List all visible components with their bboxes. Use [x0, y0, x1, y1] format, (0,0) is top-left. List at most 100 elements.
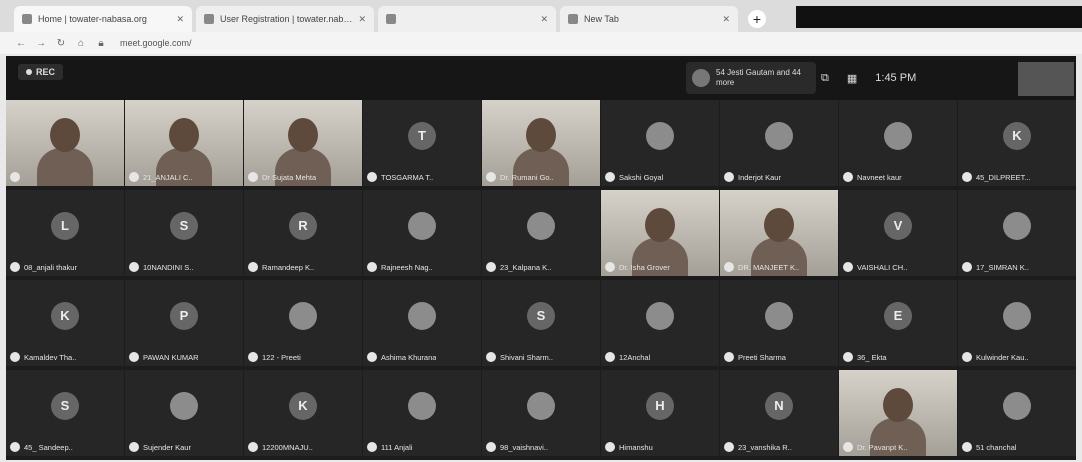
participant-label: 51 chanchal: [962, 442, 1072, 452]
forward-icon[interactable]: →: [34, 38, 48, 49]
participant-tile[interactable]: 111 Anjali: [363, 370, 481, 456]
meet-top-bar: REC 54 Jesti Gautam and 44 more ⧉ ▦ 1:45…: [6, 56, 1076, 100]
url-field[interactable]: meet.google.com/: [120, 38, 192, 48]
close-tab-icon[interactable]: ✕: [358, 14, 366, 25]
mic-muted-icon: [129, 172, 139, 182]
close-tab-icon[interactable]: ✕: [540, 14, 548, 25]
participant-tile[interactable]: S 10NANDINI S..: [125, 190, 243, 276]
participant-tile[interactable]: [6, 100, 124, 186]
participant-tile[interactable]: K 45_DILPREET...: [958, 100, 1076, 186]
avatar-photo: [646, 122, 674, 150]
avatar-photo: [765, 302, 793, 330]
new-tab-button[interactable]: +: [748, 10, 766, 28]
self-view-video[interactable]: [1018, 62, 1074, 96]
avatar-letter: P: [170, 302, 198, 330]
avatar-letter: K: [1003, 122, 1031, 150]
participant-name: Inderjot Kaur: [738, 172, 781, 182]
participant-label: Dr. Isha Grover: [605, 262, 715, 272]
mic-muted-icon: [605, 262, 615, 272]
grid-icon[interactable]: ▦: [847, 72, 857, 85]
participant-label: Navneet kaur: [843, 172, 953, 182]
participant-tile[interactable]: K Kamaldev Tha..: [6, 280, 124, 366]
participant-tile[interactable]: 122 - Preeti: [244, 280, 362, 366]
lock-icon: 🔒︎: [98, 37, 104, 49]
participant-tile[interactable]: Sujender Kaur: [125, 370, 243, 456]
mic-muted-icon: [962, 442, 972, 452]
participant-label: TOSGARMA T..: [367, 172, 477, 182]
participant-tile[interactable]: Sakshi Goyal: [601, 100, 719, 186]
avatar-photo: [1003, 302, 1031, 330]
participant-tile[interactable]: Preeti Sharma: [720, 280, 838, 366]
layout-icon[interactable]: ⧉: [821, 72, 829, 85]
participant-tile[interactable]: S 45_ Sandeep..: [6, 370, 124, 456]
participant-tile[interactable]: Kulwinder Kau..: [958, 280, 1076, 366]
participant-tile[interactable]: 17_SIMRAN K..: [958, 190, 1076, 276]
participant-tile[interactable]: Dr. Isha Grover: [601, 190, 719, 276]
participant-tile[interactable]: 21_ANJALI C..: [125, 100, 243, 186]
browser-tab[interactable]: ✕: [378, 6, 556, 32]
participant-tile[interactable]: 23_Kalpana K..: [482, 190, 600, 276]
favicon-icon: [386, 14, 396, 24]
tab-title: New Tab: [584, 14, 619, 24]
participant-label: Dr. Rumani Go..: [486, 172, 596, 182]
participant-name: TOSGARMA T..: [381, 172, 434, 182]
participant-head: [883, 388, 913, 422]
browser-window: Home | towater-nabasa.org ✕ User Registr…: [0, 0, 1082, 462]
participant-tile[interactable]: Dr. Pavanpt K..: [839, 370, 957, 456]
home-icon[interactable]: ⌂: [74, 38, 88, 49]
avatar-photo: [646, 302, 674, 330]
participant-tile[interactable]: Dr Sujata Mehta: [244, 100, 362, 186]
participant-label: 111 Anjali: [367, 442, 477, 452]
participant-tile[interactable]: L 08_anjali thakur: [6, 190, 124, 276]
participant-name: Rajneesh Nag..: [381, 262, 433, 272]
participant-tile[interactable]: N 23_vanshika R..: [720, 370, 838, 456]
participant-tile[interactable]: 51 chanchal: [958, 370, 1076, 456]
participant-name: 23_Kalpana K..: [500, 262, 552, 272]
participant-head: [526, 118, 556, 152]
participant-tile[interactable]: Ashima Khurana: [363, 280, 481, 366]
participant-tile[interactable]: Dr. Rumani Go..: [482, 100, 600, 186]
participant-tile[interactable]: Navneet kaur: [839, 100, 957, 186]
participant-label: Himanshu: [605, 442, 715, 452]
participant-grid: 21_ANJALI C.. Dr Sujata Mehta T TOSGARMA T.…: [6, 100, 1076, 460]
participant-tile[interactable]: Rajneesh Nag..: [363, 190, 481, 276]
participant-tile[interactable]: DR. MANJEET K..: [720, 190, 838, 276]
participant-tile[interactable]: 98_vaishnavi..: [482, 370, 600, 456]
close-tab-icon[interactable]: ✕: [722, 14, 730, 25]
participant-avatar-icon: [692, 69, 710, 87]
participant-tile[interactable]: H Himanshu: [601, 370, 719, 456]
mic-muted-icon: [10, 172, 20, 182]
participant-name: Shivani Sharm..: [500, 352, 553, 362]
participant-tile[interactable]: P PAWAN KUMAR: [125, 280, 243, 366]
close-tab-icon[interactable]: ✕: [176, 14, 184, 25]
back-icon[interactable]: ←: [14, 38, 28, 49]
browser-tab[interactable]: Home | towater-nabasa.org ✕: [14, 6, 192, 32]
browser-tab[interactable]: User Registration | towater.nabas ✕: [196, 6, 374, 32]
mic-muted-icon: [248, 442, 258, 452]
participant-label: 23_Kalpana K..: [486, 262, 596, 272]
browser-tab[interactable]: New Tab ✕: [560, 6, 738, 32]
participant-name: 17_SIMRAN K..: [976, 262, 1029, 272]
mic-muted-icon: [367, 172, 377, 182]
participant-name: 21_ANJALI C..: [143, 172, 193, 182]
participant-head: [288, 118, 318, 152]
participant-name: Ashima Khurana: [381, 352, 437, 362]
participant-tile[interactable]: S Shivani Sharm..: [482, 280, 600, 366]
pinned-text: 54 Jesti Gautam and 44 more: [716, 68, 801, 87]
participant-tile[interactable]: 12Anchal: [601, 280, 719, 366]
mic-muted-icon: [962, 262, 972, 272]
avatar-photo: [170, 392, 198, 420]
participant-tile[interactable]: V VAISHALI CH..: [839, 190, 957, 276]
reload-icon[interactable]: ↻: [54, 38, 68, 49]
participant-label: Rajneesh Nag..: [367, 262, 477, 272]
participant-tile[interactable]: T TOSGARMA T..: [363, 100, 481, 186]
mic-muted-icon: [724, 262, 734, 272]
participant-label: 23_vanshika R..: [724, 442, 834, 452]
clock-time: 1:45 PM: [875, 72, 917, 84]
participant-tile[interactable]: E 36_ Ekta: [839, 280, 957, 366]
participant-tile[interactable]: Inderjot Kaur: [720, 100, 838, 186]
participant-tile[interactable]: R Ramandeep K..: [244, 190, 362, 276]
participant-tile[interactable]: K 12200MNAJU..: [244, 370, 362, 456]
mic-muted-icon: [248, 262, 258, 272]
pinned-participant[interactable]: 54 Jesti Gautam and 44 more: [686, 62, 816, 94]
